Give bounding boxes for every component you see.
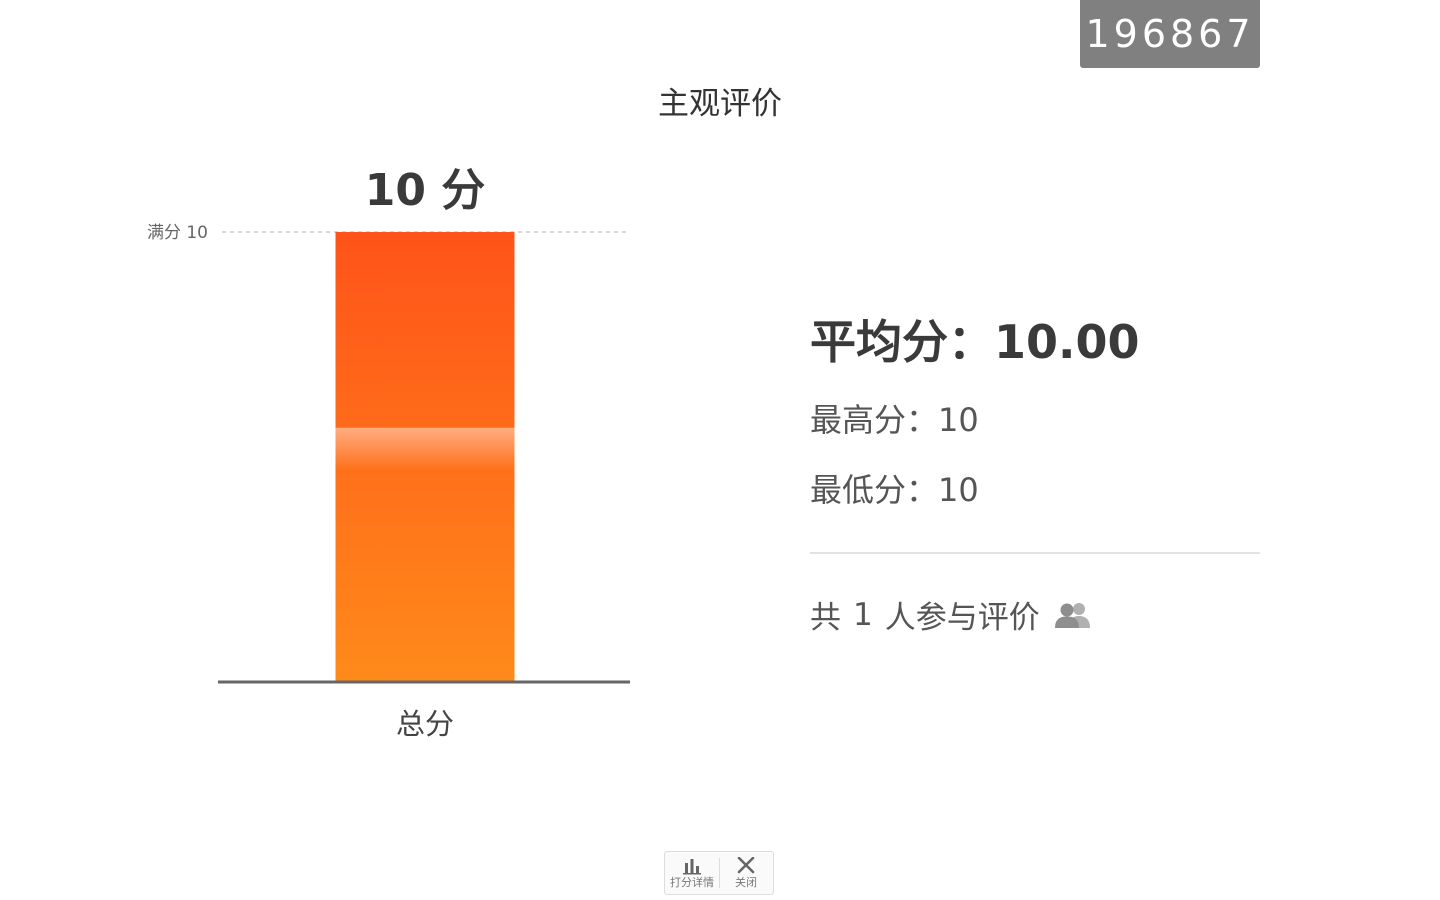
summary-divider bbox=[810, 552, 1260, 554]
participants-suffix: 人参与评价 bbox=[884, 600, 1040, 636]
close-label: 关闭 bbox=[735, 876, 757, 889]
max-score-separator: ： bbox=[906, 401, 939, 439]
score-details-button[interactable]: 打分详情 bbox=[665, 852, 719, 894]
page-title: 主观评价 bbox=[658, 86, 782, 122]
score-chart-svg: 满分 10 10 分总分 bbox=[147, 165, 630, 741]
min-score-separator: ： bbox=[906, 471, 939, 509]
room-id-badge: 196867 bbox=[1080, 0, 1260, 68]
category-label-0: 总分 bbox=[396, 707, 454, 741]
score-chart: 满分 10 10 分总分 bbox=[130, 150, 650, 750]
participants-prefix: 共 bbox=[810, 600, 841, 636]
participant-count: 共 1 人参与评价 bbox=[810, 592, 1260, 637]
bottom-toolbar: 打分详情 关闭 bbox=[664, 851, 774, 895]
bar-value-label-0: 10 分 bbox=[365, 165, 486, 216]
min-score-label: 最低分 bbox=[810, 471, 907, 509]
max-score: 最高分：10 bbox=[810, 396, 1260, 444]
average-score-label: 平均分 bbox=[810, 315, 948, 369]
close-button[interactable]: 关闭 bbox=[719, 852, 773, 894]
score-summary: 平均分：10.00 最高分：10 最低分：10 共 1 人参与评价 bbox=[810, 310, 1260, 637]
max-score-label: 最高分 bbox=[810, 401, 907, 439]
max-score-value: 10 bbox=[938, 401, 979, 439]
people-icon bbox=[1054, 602, 1090, 628]
average-score-separator: ： bbox=[948, 315, 994, 369]
min-score: 最低分：10 bbox=[810, 466, 1260, 514]
score-page: 196867 主观评价 满分 10 10 分总分 平均分：10.00 最高分：10 bbox=[0, 0, 1440, 900]
bar-chart-icon bbox=[683, 859, 701, 875]
close-icon bbox=[737, 857, 755, 874]
full-score-label: 满分 10 bbox=[147, 223, 208, 243]
average-score-value: 10.00 bbox=[994, 315, 1140, 369]
min-score-value: 10 bbox=[938, 471, 979, 509]
average-score: 平均分：10.00 bbox=[810, 310, 1260, 374]
participants-count: 1 bbox=[853, 596, 873, 633]
score-details-label: 打分详情 bbox=[670, 876, 714, 889]
bar-shine-0 bbox=[335, 427, 515, 471]
